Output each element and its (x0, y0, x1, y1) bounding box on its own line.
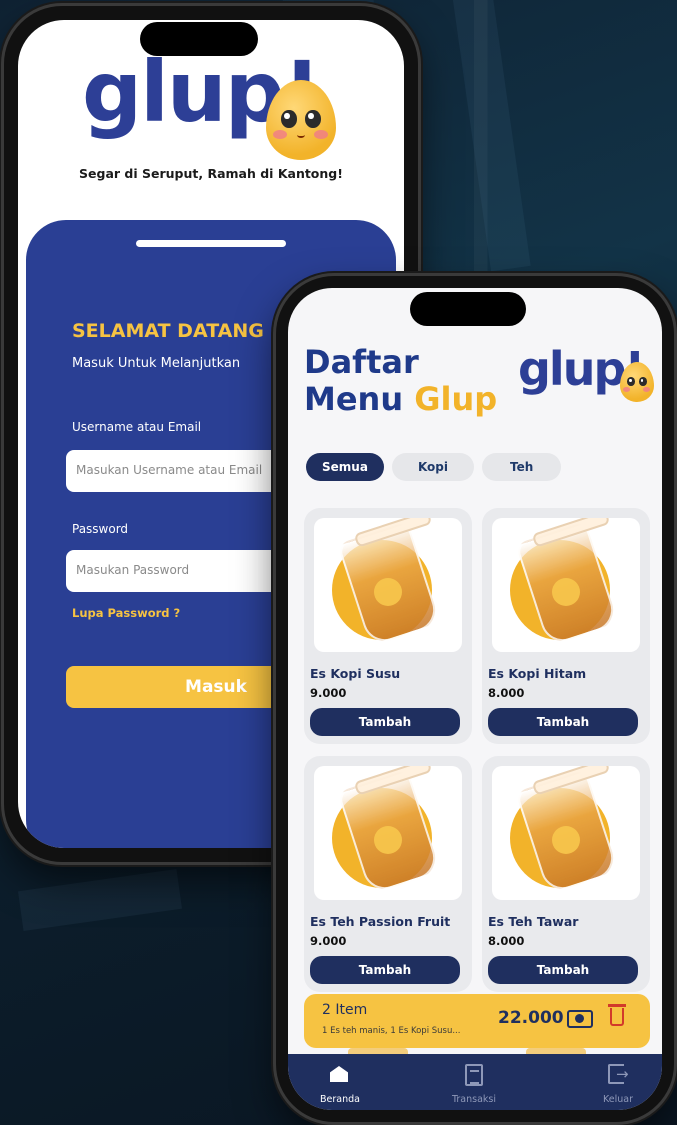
home-icon (330, 1066, 348, 1082)
tagline: Segar di Seruput, Ramah di Kantong! (79, 166, 343, 181)
product-name: Es Teh Tawar (488, 914, 579, 929)
chip-semua[interactable]: Semua (306, 453, 384, 481)
add-button[interactable]: Tambah (310, 708, 460, 736)
product-card: Es Kopi Susu 9.000 Tambah (304, 508, 472, 744)
title-menu: Menu (304, 379, 404, 418)
menu-screen: Daftar Menu Glup glup! Semua Kopi Teh Es… (288, 288, 662, 1110)
phone-notch (410, 292, 526, 326)
category-filter: Semua Kopi Teh (306, 453, 562, 481)
nav-label: Beranda (320, 1094, 360, 1105)
bottom-nav: Beranda Transaksi Keluar (288, 1054, 662, 1110)
cart-total: 22.000 (498, 1008, 564, 1028)
product-image (492, 518, 640, 652)
card-handle (136, 240, 286, 247)
title-line-1: Daftar (304, 343, 419, 381)
mascot-drop-icon (620, 362, 654, 402)
product-image (492, 766, 640, 900)
product-price: 8.000 (488, 934, 525, 948)
mascot-drop-icon (266, 80, 336, 160)
chip-teh[interactable]: Teh (481, 453, 562, 481)
phone-notch (140, 22, 258, 56)
username-label: Username atau Email (72, 420, 202, 434)
welcome-subtitle: Masuk Untuk Melanjutkan (72, 356, 241, 371)
welcome-heading: SELAMAT DATANG (72, 320, 264, 342)
add-button[interactable]: Tambah (488, 956, 638, 984)
logout-icon (608, 1064, 629, 1084)
cart-summary-bar[interactable]: 2 Item 1 Es teh manis, 1 Es Kopi Susu...… (304, 994, 650, 1048)
product-card: Es Kopi Hitam 8.000 Tambah (482, 508, 650, 744)
product-name: Es Teh Passion Fruit (310, 914, 451, 929)
nav-item-transaksi[interactable]: Transaksi (434, 1054, 514, 1110)
add-button[interactable]: Tambah (310, 956, 460, 984)
add-button[interactable]: Tambah (488, 708, 638, 736)
product-price: 9.000 (310, 686, 347, 700)
product-card: Es Teh Passion Fruit 9.000 Tambah (304, 756, 472, 992)
product-name: Es Kopi Hitam (488, 666, 587, 681)
nav-label: Transaksi (451, 1094, 497, 1105)
list-icon (465, 1064, 483, 1086)
product-image (314, 766, 462, 900)
password-label: Password (72, 522, 129, 536)
product-price: 8.000 (488, 686, 525, 700)
menu-phone-frame: Daftar Menu Glup glup! Semua Kopi Teh Es… (276, 276, 674, 1122)
money-icon[interactable] (567, 1010, 593, 1028)
forgot-password-link[interactable]: Lupa Password ? (72, 606, 180, 620)
page-title: Daftar Menu Glup (304, 344, 497, 418)
nav-item-keluar[interactable]: Keluar (578, 1054, 658, 1110)
title-glup: Glup (414, 379, 498, 418)
product-card: Es Teh Tawar 8.000 Tambah (482, 756, 650, 992)
product-image (314, 518, 462, 652)
cart-item-count: 2 Item (322, 1002, 368, 1018)
trash-icon[interactable] (608, 1004, 626, 1026)
product-name: Es Kopi Susu (310, 666, 401, 681)
cart-items-summary: 1 Es teh manis, 1 Es Kopi Susu... (322, 1026, 461, 1036)
nav-label: Keluar (603, 1094, 633, 1105)
chip-kopi[interactable]: Kopi (391, 453, 474, 481)
product-price: 9.000 (310, 934, 347, 948)
nav-item-beranda[interactable]: Beranda (300, 1054, 380, 1110)
